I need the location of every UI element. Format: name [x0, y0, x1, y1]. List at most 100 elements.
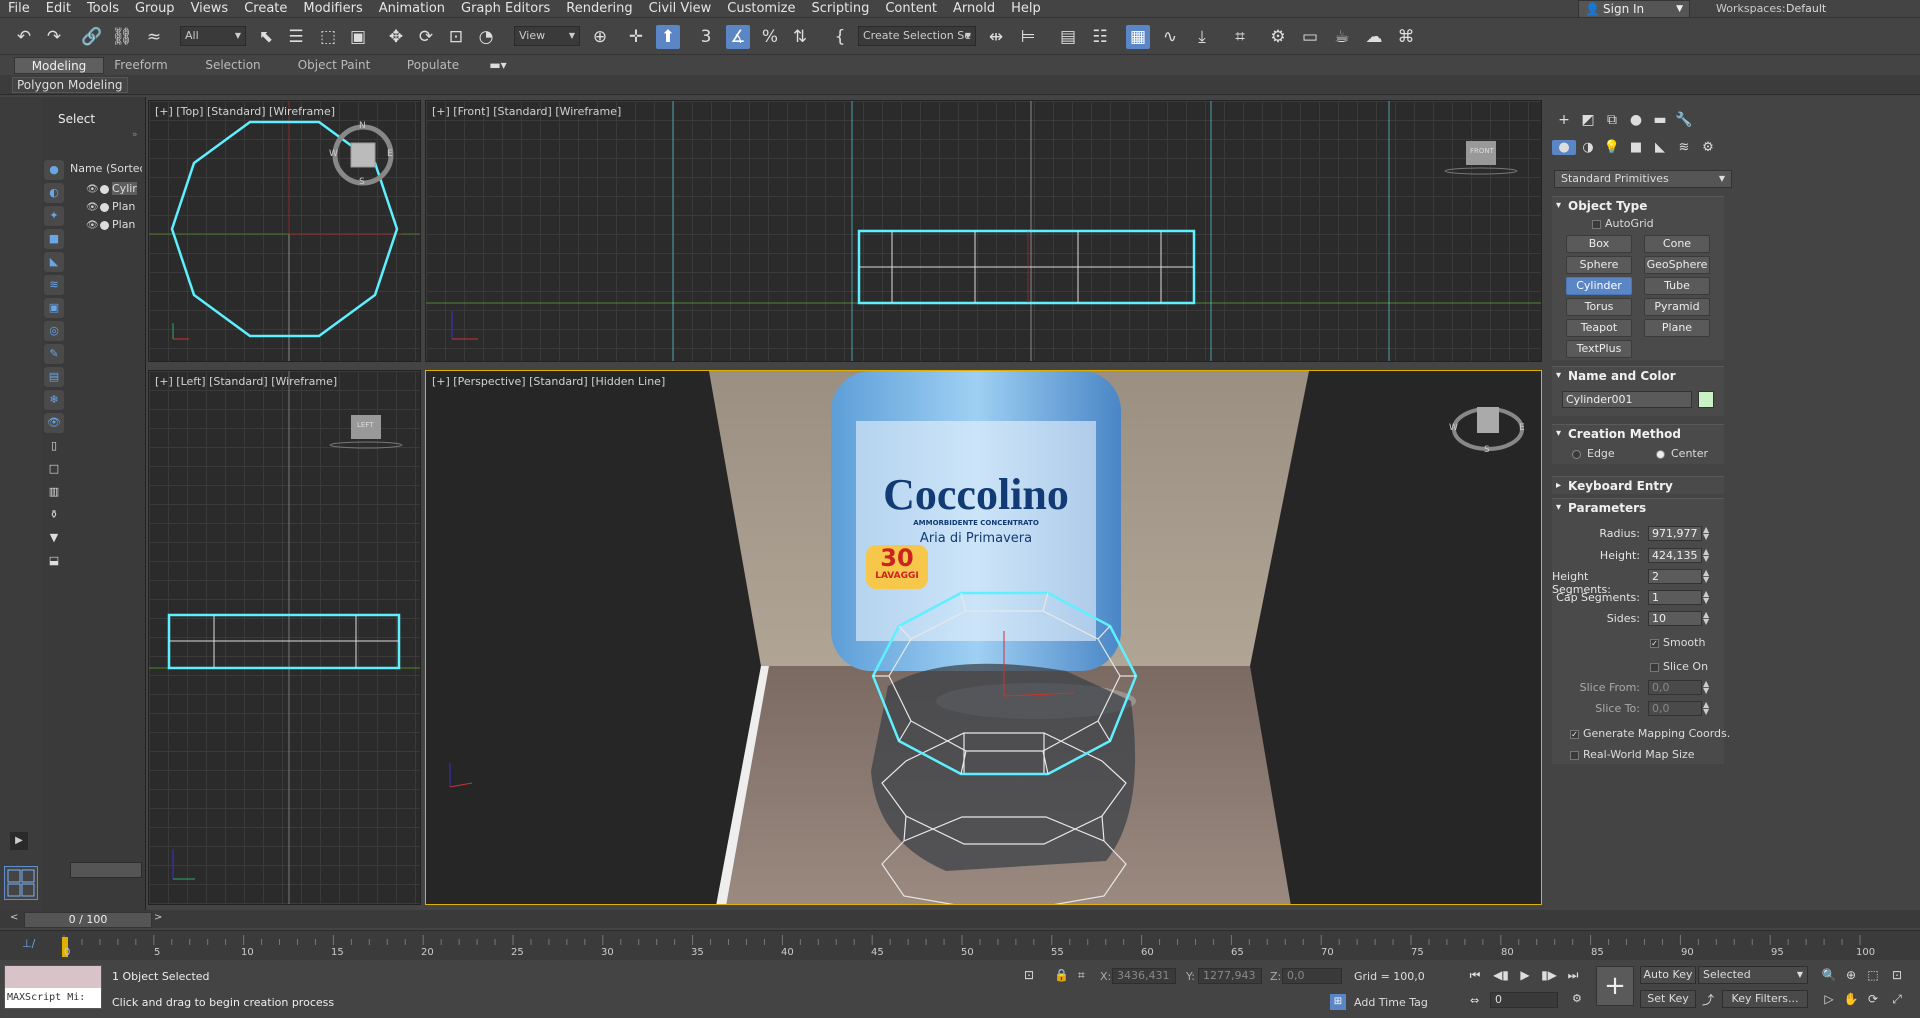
menu-file[interactable]: File	[0, 0, 38, 17]
hierarchy-tab-icon[interactable]: ⧉	[1600, 112, 1624, 128]
edge-radio[interactable]: Edge	[1572, 447, 1615, 460]
scene-explorer-horizontal-scrollbar[interactable]	[70, 862, 142, 878]
display-none-icon[interactable]: ▯	[44, 436, 64, 456]
set-key-button[interactable]: Set Key	[1640, 990, 1696, 1008]
y-coordinate-field[interactable]: 1277,943	[1198, 968, 1262, 984]
render-dot-icon[interactable]	[100, 202, 109, 212]
render-production-icon[interactable]: ☕	[1330, 25, 1354, 49]
menu-edit[interactable]: Edit	[38, 0, 79, 17]
display-shapes-icon[interactable]: ◐	[44, 183, 64, 203]
edit-named-selection-icon[interactable]: {	[828, 25, 852, 49]
move-icon[interactable]: ✥	[384, 25, 408, 49]
align-icon[interactable]: ⊨	[1016, 25, 1040, 49]
eye-icon[interactable]: 👁	[86, 181, 99, 197]
viewport-label-left[interactable]: [+] [Left] [Standard] [Wireframe]	[155, 375, 337, 388]
reference-coordinate-dropdown[interactable]: View ▼	[514, 26, 580, 46]
previous-frame-icon[interactable]: ◀▮	[1492, 966, 1510, 984]
torus-button[interactable]: Torus	[1566, 298, 1632, 316]
next-frame-icon[interactable]: ▮▶	[1540, 966, 1558, 984]
play-icon[interactable]: ▶	[1516, 966, 1534, 984]
add-time-tag-icon[interactable]: ⊞	[1330, 994, 1346, 1010]
sign-in-dropdown[interactable]: 👤 Sign In ▼	[1578, 0, 1690, 18]
utilities-tab-icon[interactable]: 🔧	[1672, 112, 1696, 128]
plane-button[interactable]: Plane	[1644, 319, 1710, 337]
viewcube-left[interactable]: LEFT	[329, 411, 403, 451]
object-color-swatch[interactable]	[1698, 391, 1714, 408]
time-configuration-icon[interactable]: ⚙	[1572, 992, 1582, 1005]
menu-modifiers[interactable]: Modifiers	[295, 0, 370, 17]
zoom-extents-all-icon[interactable]: ⊡	[1888, 966, 1906, 984]
z-coordinate-field[interactable]: 0,0	[1282, 968, 1342, 984]
absolute-mode-icon[interactable]: ⌗	[1078, 968, 1085, 983]
menu-scripting[interactable]: Scripting	[804, 0, 878, 17]
real-world-map-size-checkbox[interactable]: Real-World Map Size	[1570, 748, 1695, 761]
geometry-icon[interactable]: ●	[1552, 140, 1576, 155]
cone-button[interactable]: Cone	[1644, 235, 1710, 253]
filter-icon[interactable]: ▼	[44, 528, 64, 548]
list-item[interactable]: 👁 Plan	[86, 216, 144, 233]
object-type-title[interactable]: Object Type	[1552, 197, 1724, 215]
shapes-icon[interactable]: ◑	[1576, 140, 1600, 155]
key-mode-toggle-icon[interactable]: ⇔	[1470, 994, 1479, 1007]
modify-tab-icon[interactable]: ◩	[1576, 112, 1600, 128]
window-crossing-icon[interactable]: ▣	[346, 25, 370, 49]
tube-button[interactable]: Tube	[1644, 277, 1710, 295]
spinner-arrows-icon[interactable]: ▲ ▼	[1703, 569, 1709, 584]
height-spinner[interactable]: Height: 424,135 ▲ ▼	[1552, 547, 1724, 565]
sides-spinner[interactable]: Sides: 10 ▲ ▼	[1552, 610, 1724, 628]
pyramid-button[interactable]: Pyramid	[1644, 298, 1710, 316]
selection-filter-dropdown[interactable]: All ▼	[180, 26, 246, 46]
pan-icon[interactable]: ✋	[1842, 990, 1860, 1008]
box-button[interactable]: Box	[1566, 235, 1632, 253]
selection-set-dropdown[interactable]: Selected ▼	[1698, 966, 1808, 984]
rect-selection-icon[interactable]: ⬚	[316, 25, 340, 49]
render-setup-icon[interactable]: ⚙	[1266, 25, 1290, 49]
auto-key-button[interactable]: Auto Key	[1640, 966, 1696, 984]
viewport-left[interactable]: [+] [Left] [Standard] [Wireframe] LEFT	[148, 370, 421, 905]
menu-animation[interactable]: Animation	[371, 0, 453, 17]
layer-list-icon[interactable]: ▥	[44, 482, 64, 502]
height-segments-spinner[interactable]: Height Segments: 2 ▲ ▼	[1552, 568, 1724, 597]
zoom-icon[interactable]: 🔍	[1820, 966, 1838, 984]
smooth-checkbox[interactable]: ✓ Smooth	[1650, 636, 1705, 649]
spinner-arrows-icon[interactable]: ▲ ▼	[1703, 590, 1709, 605]
time-next-icon[interactable]: >	[154, 912, 162, 923]
slice-from-spinner[interactable]: Slice From: 0,0 ▲ ▼	[1552, 679, 1724, 697]
key-filters-button[interactable]: Key Filters...	[1722, 990, 1808, 1008]
rendered-frame-window-icon[interactable]: ▭	[1298, 25, 1322, 49]
zoom-extents-icon[interactable]: ⬚	[1864, 966, 1882, 984]
scale-icon[interactable]: ⊡	[444, 25, 468, 49]
render-iterative-icon[interactable]: ☁	[1362, 25, 1386, 49]
select-manipulate-icon[interactable]: ✛	[624, 25, 648, 49]
list-item[interactable]: 👁 Cylir	[86, 180, 144, 197]
viewport-perspective[interactable]: Coccolino AMMORBIDENTE CONCENTRATO Aria …	[425, 370, 1542, 905]
tab-modeling[interactable]: Modeling	[14, 57, 104, 74]
display-groups-icon[interactable]: ▣	[44, 298, 64, 318]
menu-views[interactable]: Views	[183, 0, 237, 17]
lock-selection-icon[interactable]: 🔒	[1054, 968, 1069, 982]
viewport-layout-icon[interactable]	[4, 866, 38, 900]
display-helpers-icon[interactable]: ◣	[44, 252, 64, 272]
angle-snap-icon[interactable]: ∡	[726, 25, 750, 49]
lights-icon[interactable]: 💡	[1600, 140, 1624, 155]
undo-icon[interactable]: ↶	[12, 25, 36, 49]
menu-help[interactable]: Help	[1003, 0, 1049, 17]
mirror-icon[interactable]: ⇹	[984, 25, 1008, 49]
set-keys-icon[interactable]: +	[1596, 966, 1634, 1006]
render-dot-icon[interactable]	[100, 220, 109, 230]
time-slider-track[interactable]	[0, 910, 1920, 928]
polygon-modeling-panel[interactable]: Polygon Modeling	[12, 77, 128, 93]
display-spacewarps-icon[interactable]: ≋	[44, 275, 64, 295]
viewcube-top[interactable]: N S E W	[329, 121, 395, 187]
center-radio[interactable]: Center	[1656, 447, 1708, 460]
material-editor-icon[interactable]: ⌗	[1228, 25, 1252, 49]
zoom-all-icon[interactable]: ⊕	[1842, 966, 1860, 984]
eye-icon[interactable]: 👁	[86, 217, 99, 233]
geosphere-button[interactable]: GeoSphere	[1644, 256, 1710, 274]
create-tab-icon[interactable]: +	[1552, 112, 1576, 128]
maxscript-mini-input[interactable]: MAXScript Mi:	[5, 988, 101, 1008]
tab-freeform[interactable]: Freeform	[106, 57, 176, 74]
list-item[interactable]: 👁 Plan	[86, 198, 144, 215]
keyboard-entry-title[interactable]: Keyboard Entry	[1552, 477, 1724, 495]
isolate-selection-icon[interactable]: ⊡	[1024, 968, 1034, 982]
